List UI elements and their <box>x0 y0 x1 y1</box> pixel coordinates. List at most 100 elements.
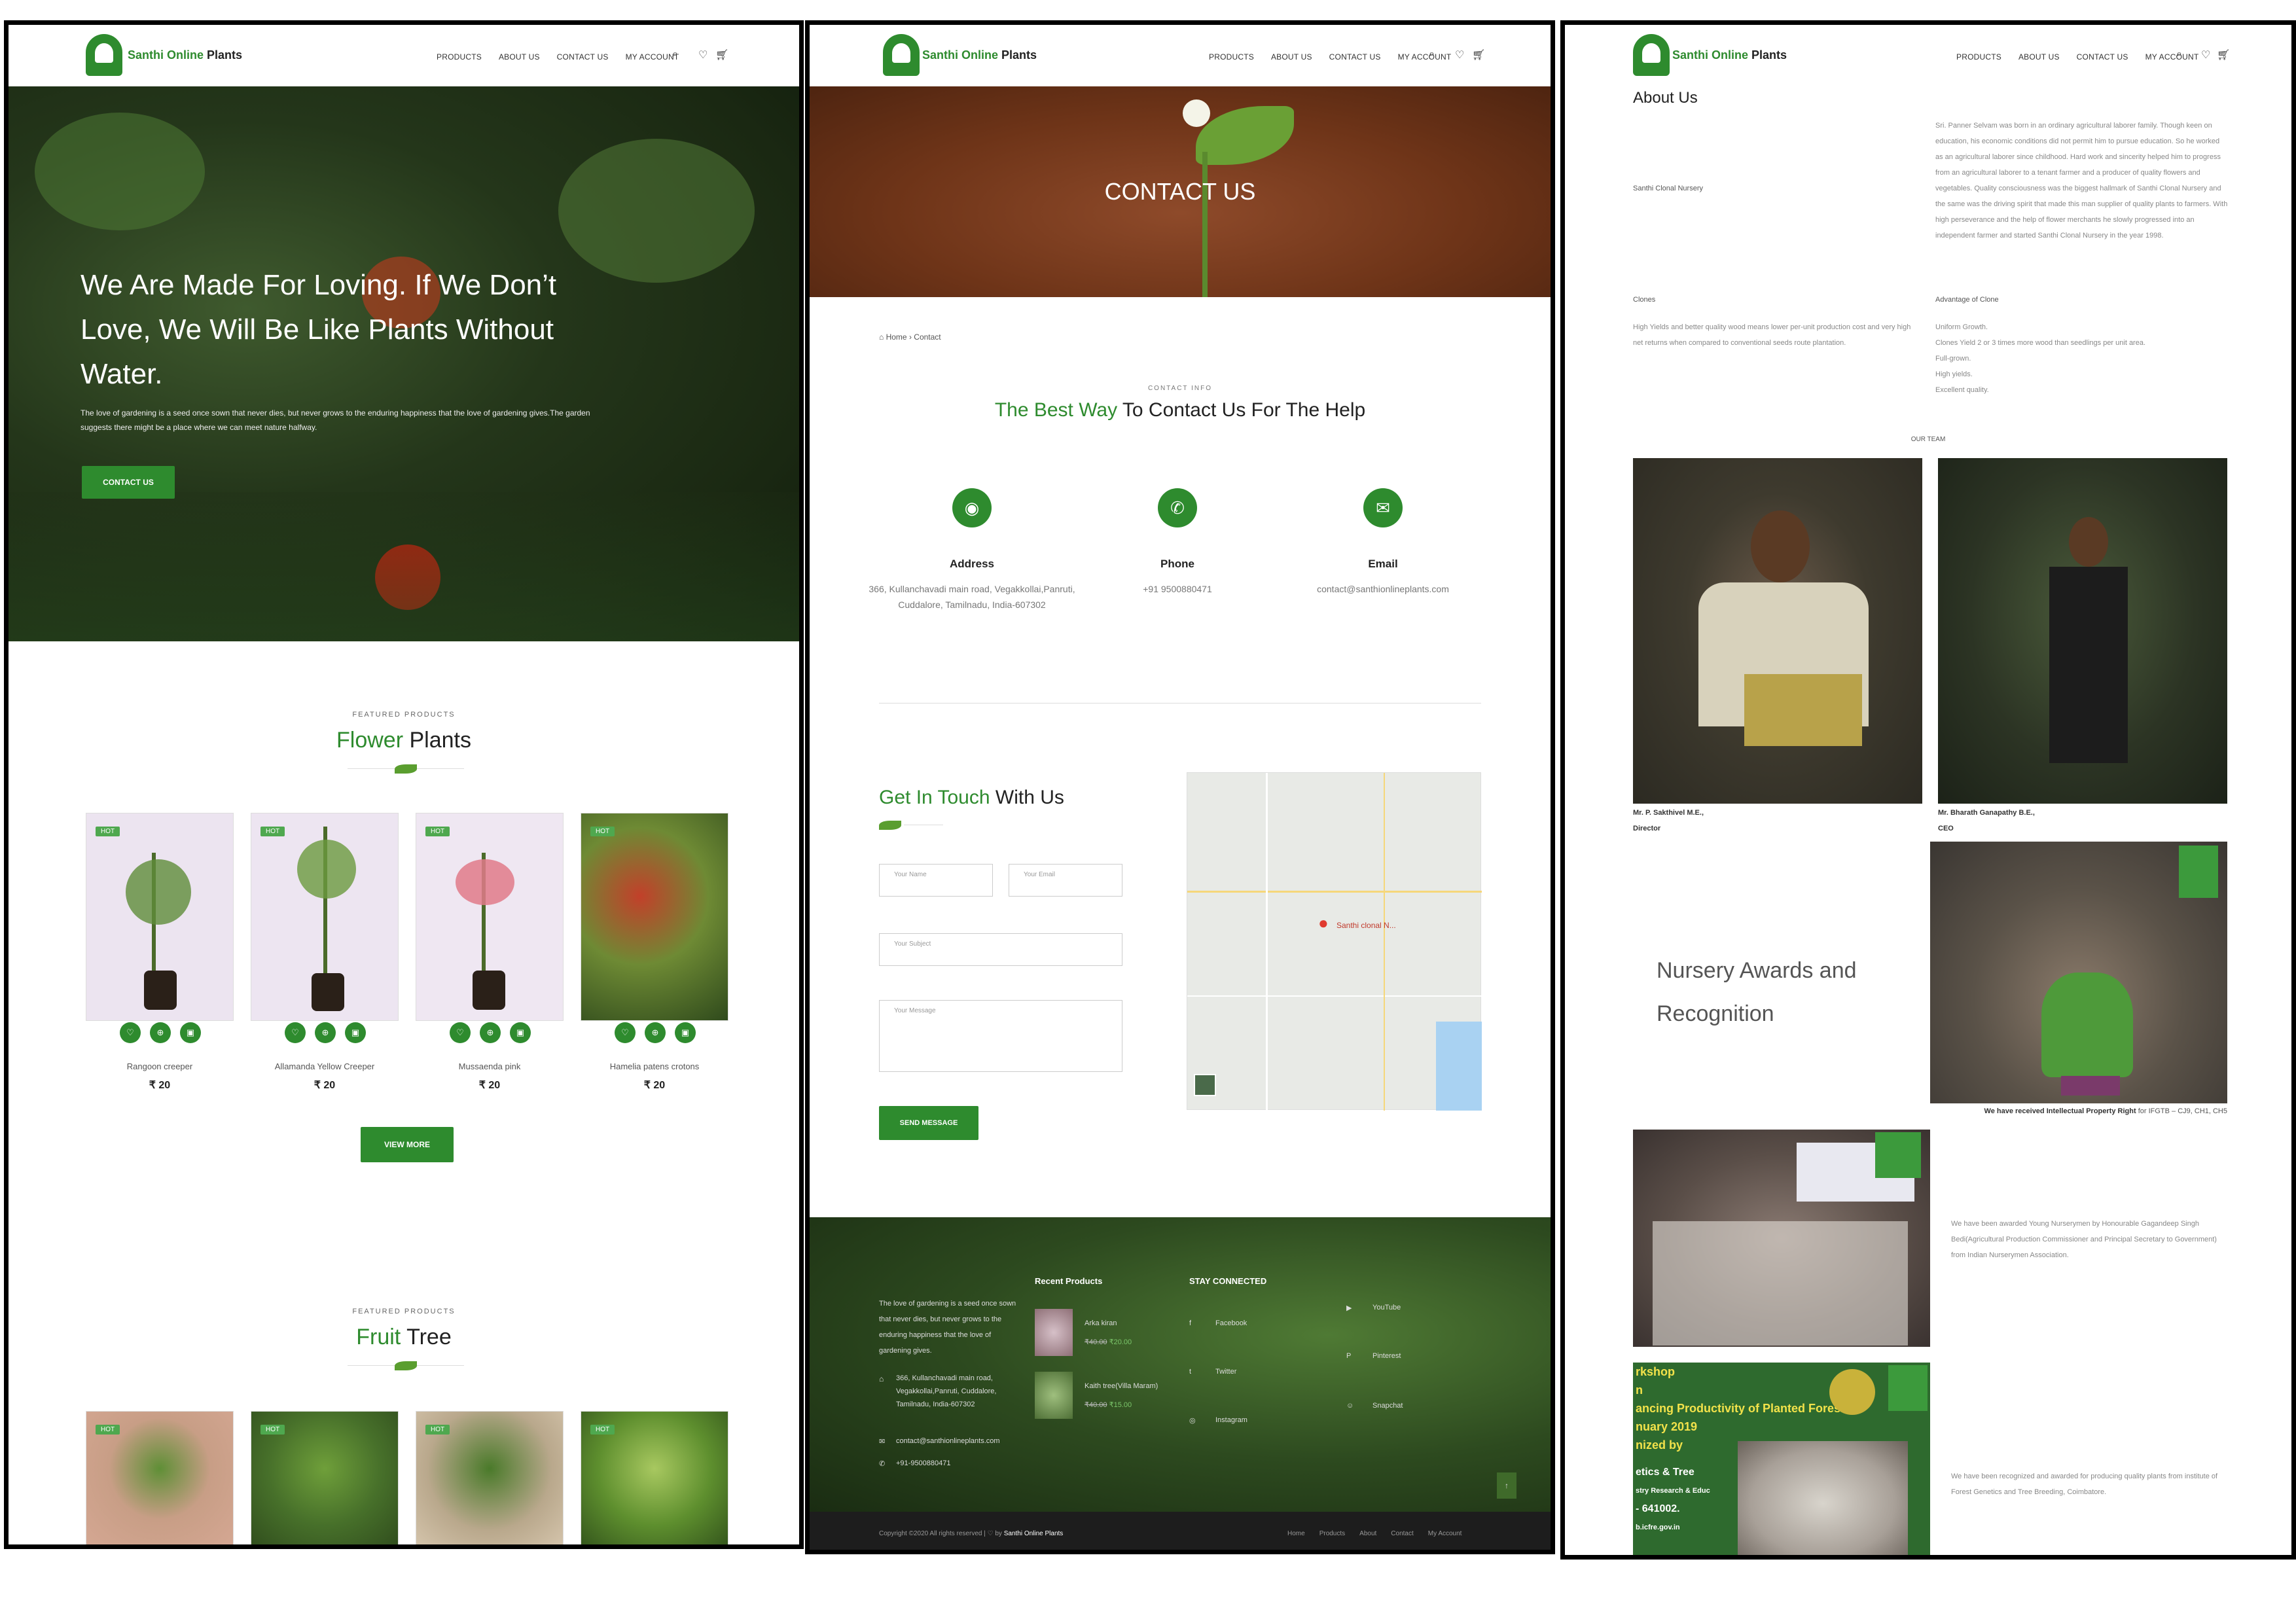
wishlist-icon[interactable]: ♡ <box>698 48 708 62</box>
advantage-item: High yields. <box>1935 370 1973 378</box>
logo-icon[interactable] <box>1633 34 1670 76</box>
wishlist-icon[interactable]: ♡ <box>2201 48 2210 62</box>
product-card-image[interactable]: HOT <box>416 1411 564 1544</box>
product-name[interactable]: Hamelia patens crotons <box>581 1061 728 1071</box>
person-body <box>2049 567 2128 763</box>
map-pin-icon[interactable]: ● <box>1318 913 1329 933</box>
cart-icon[interactable]: 🛒︎ <box>1472 48 1485 62</box>
recent-product-thumb[interactable] <box>1035 1372 1073 1419</box>
product-card-image[interactable]: HOT <box>581 813 728 1021</box>
social-instagram[interactable]: Instagram <box>1215 1416 1247 1424</box>
send-message-button[interactable]: SEND MESSAGE <box>879 1106 978 1140</box>
product-card-image[interactable]: HOT <box>251 813 399 1021</box>
hero-contact-button[interactable]: CONTACT US <box>82 466 175 499</box>
back-to-top-icon[interactable]: ↑ <box>1497 1472 1516 1499</box>
product-card-image[interactable]: HOT <box>416 813 564 1021</box>
cart-icon[interactable]: ⊕ <box>315 1022 336 1043</box>
menu-contact[interactable]: CONTACT US <box>2077 52 2128 62</box>
phone-value[interactable]: +91 9500880471 <box>1073 581 1282 597</box>
footer-link-home[interactable]: Home <box>1287 1530 1305 1537</box>
wishlist-icon[interactable]: ♡ <box>450 1022 471 1043</box>
pinterest-icon[interactable]: P <box>1346 1352 1351 1360</box>
team-name: Mr. Bharath Ganapathy B.E., <box>1938 809 2035 817</box>
wishlist-icon[interactable]: ♡ <box>285 1022 306 1043</box>
brand-name-green: Santhi Online <box>1672 48 1749 62</box>
director-photo <box>1633 458 1922 804</box>
menu-account[interactable]: MY ACCOUNT <box>2145 52 2199 62</box>
view-more-button[interactable]: VIEW MORE <box>361 1127 454 1162</box>
snapchat-icon[interactable]: ☺ <box>1346 1402 1354 1410</box>
menu-products[interactable]: PRODUCTS <box>437 52 482 62</box>
logo-icon[interactable] <box>883 34 920 76</box>
footer-links: Home Products About Contact My Account <box>1287 1530 1462 1537</box>
map-satellite-toggle[interactable] <box>1194 1074 1216 1096</box>
product-name[interactable]: Mussaenda pink <box>416 1061 564 1071</box>
recent-product-name[interactable]: Arka kiran <box>1085 1319 1117 1327</box>
email-value[interactable]: contact@santhionlineplants.com <box>1278 581 1488 597</box>
footer-link-contact[interactable]: Contact <box>1391 1530 1413 1537</box>
footer-email[interactable]: contact@santhionlineplants.com <box>896 1437 1000 1445</box>
brand-logo-text[interactable]: Santhi Online Plants <box>1672 48 1787 62</box>
recent-product-name[interactable]: Kaith tree(Villa Maram) <box>1085 1382 1158 1390</box>
menu-account[interactable]: MY ACCOUNT <box>1398 52 1452 62</box>
email-input[interactable]: Your Email <box>1009 864 1122 897</box>
menu-contact[interactable]: CONTACT US <box>1329 52 1381 62</box>
footer-link-account[interactable]: My Account <box>1428 1530 1462 1537</box>
buy-icon[interactable]: ▣ <box>510 1022 531 1043</box>
search-icon[interactable]: ⌕ <box>2176 48 2182 60</box>
cart-icon[interactable]: ⊕ <box>480 1022 501 1043</box>
social-facebook[interactable]: Facebook <box>1215 1319 1247 1327</box>
search-icon[interactable]: ⌕ <box>672 48 678 60</box>
logo-icon[interactable] <box>86 34 122 76</box>
menu-about[interactable]: ABOUT US <box>1271 52 1312 62</box>
instagram-icon[interactable]: ◎ <box>1189 1416 1196 1425</box>
subject-input[interactable]: Your Subject <box>879 933 1122 966</box>
youtube-icon[interactable]: ▶ <box>1346 1304 1352 1312</box>
name-input[interactable]: Your Name <box>879 864 993 897</box>
menu-products[interactable]: PRODUCTS <box>1956 52 2001 62</box>
cart-icon[interactable]: ⊕ <box>150 1022 171 1043</box>
hot-badge: HOT <box>590 1425 615 1435</box>
footer-link-about[interactable]: About <box>1359 1530 1376 1537</box>
menu-contact[interactable]: CONTACT US <box>557 52 609 62</box>
product-name[interactable]: Rangoon creeper <box>86 1061 234 1071</box>
wishlist-icon[interactable]: ♡ <box>1455 48 1464 62</box>
facebook-icon[interactable]: f <box>1189 1319 1191 1327</box>
social-snapchat[interactable]: Snapchat <box>1372 1402 1403 1410</box>
menu-products[interactable]: PRODUCTS <box>1209 52 1254 62</box>
plant-leaves <box>126 859 191 925</box>
google-map[interactable]: ● Santhi clonal N... <box>1187 772 1482 1111</box>
twitter-icon[interactable]: t <box>1189 1368 1191 1376</box>
wishlist-icon[interactable]: ♡ <box>615 1022 636 1043</box>
footer-link-products[interactable]: Products <box>1319 1530 1345 1537</box>
social-pinterest[interactable]: Pinterest <box>1372 1352 1401 1360</box>
cart-icon[interactable]: 🛒︎ <box>2217 48 2230 62</box>
featured-label: FEATURED PRODUCTS <box>352 1308 456 1315</box>
cart-icon[interactable]: ⊕ <box>645 1022 666 1043</box>
search-icon[interactable]: ⌕ <box>1429 48 1435 60</box>
product-card-image[interactable]: HOT <box>581 1411 728 1544</box>
product-name[interactable]: Allamanda Yellow Creeper <box>251 1061 399 1071</box>
product-card-image[interactable]: HOT <box>251 1411 399 1544</box>
brand-logo-text[interactable]: Santhi Online Plants <box>128 48 242 62</box>
menu-about[interactable]: ABOUT US <box>2018 52 2060 62</box>
copyright-brand[interactable]: Santhi Online Plants <box>1004 1530 1064 1537</box>
recent-product-thumb[interactable] <box>1035 1309 1073 1356</box>
clones-title: Clones <box>1633 296 1656 304</box>
buy-icon[interactable]: ▣ <box>675 1022 696 1043</box>
footer-phone[interactable]: +91-9500880471 <box>896 1459 951 1467</box>
message-textarea[interactable]: Your Message <box>879 1000 1122 1072</box>
product-card-image[interactable]: HOT <box>86 1411 234 1544</box>
menu-about[interactable]: ABOUT US <box>499 52 540 62</box>
buy-icon[interactable]: ▣ <box>180 1022 201 1043</box>
menu-account[interactable]: MY ACCOUNT <box>626 52 679 62</box>
buy-icon[interactable]: ▣ <box>345 1022 366 1043</box>
brand-logo-text[interactable]: Santhi Online Plants <box>922 48 1037 62</box>
social-youtube[interactable]: YouTube <box>1372 1304 1401 1311</box>
wishlist-icon[interactable]: ♡ <box>120 1022 141 1043</box>
breadcrumb-home[interactable]: Home <box>886 332 907 342</box>
social-twitter[interactable]: Twitter <box>1215 1368 1236 1376</box>
product-card-image[interactable]: HOT <box>86 813 234 1021</box>
cart-icon[interactable]: 🛒︎ <box>715 48 728 62</box>
seedling-leaf <box>1196 106 1294 165</box>
